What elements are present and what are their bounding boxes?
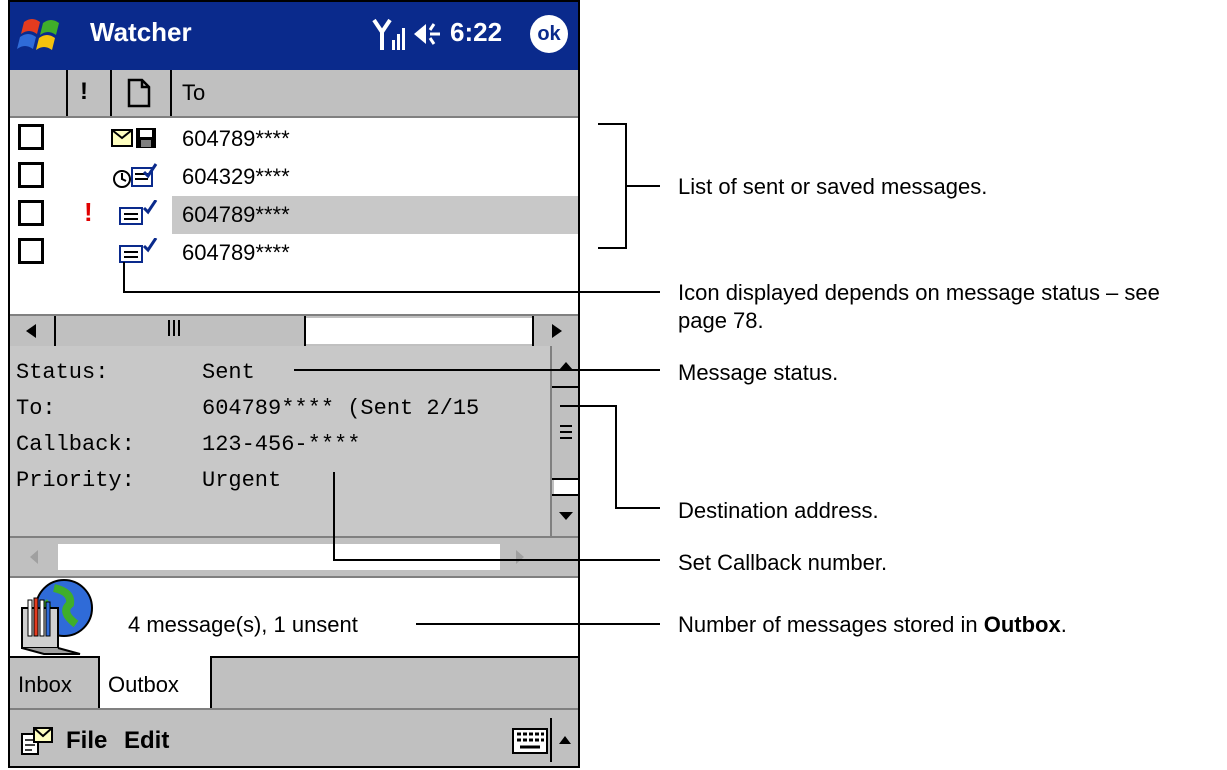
annotation-destination: Destination address.: [678, 498, 879, 523]
annotation-icon-line2: page 78.: [678, 308, 764, 333]
annotation-count-prefix: Number of messages stored in: [678, 612, 984, 637]
annotation-count-outbox: Outbox: [983, 612, 1061, 637]
annotation-message-status: Message status.: [678, 360, 839, 385]
annotation-icon-line1: Icon displayed depends on message status…: [678, 280, 1160, 305]
annotation-callback: Set Callback number.: [678, 550, 888, 575]
annotation-message-list: List of sent or saved messages.: [678, 174, 988, 199]
annotation-message-count: Number of messages stored in Outbox.: [678, 612, 1067, 638]
annotation-count-suffix: .: [1060, 612, 1067, 637]
callout-lines: [123, 123, 660, 625]
